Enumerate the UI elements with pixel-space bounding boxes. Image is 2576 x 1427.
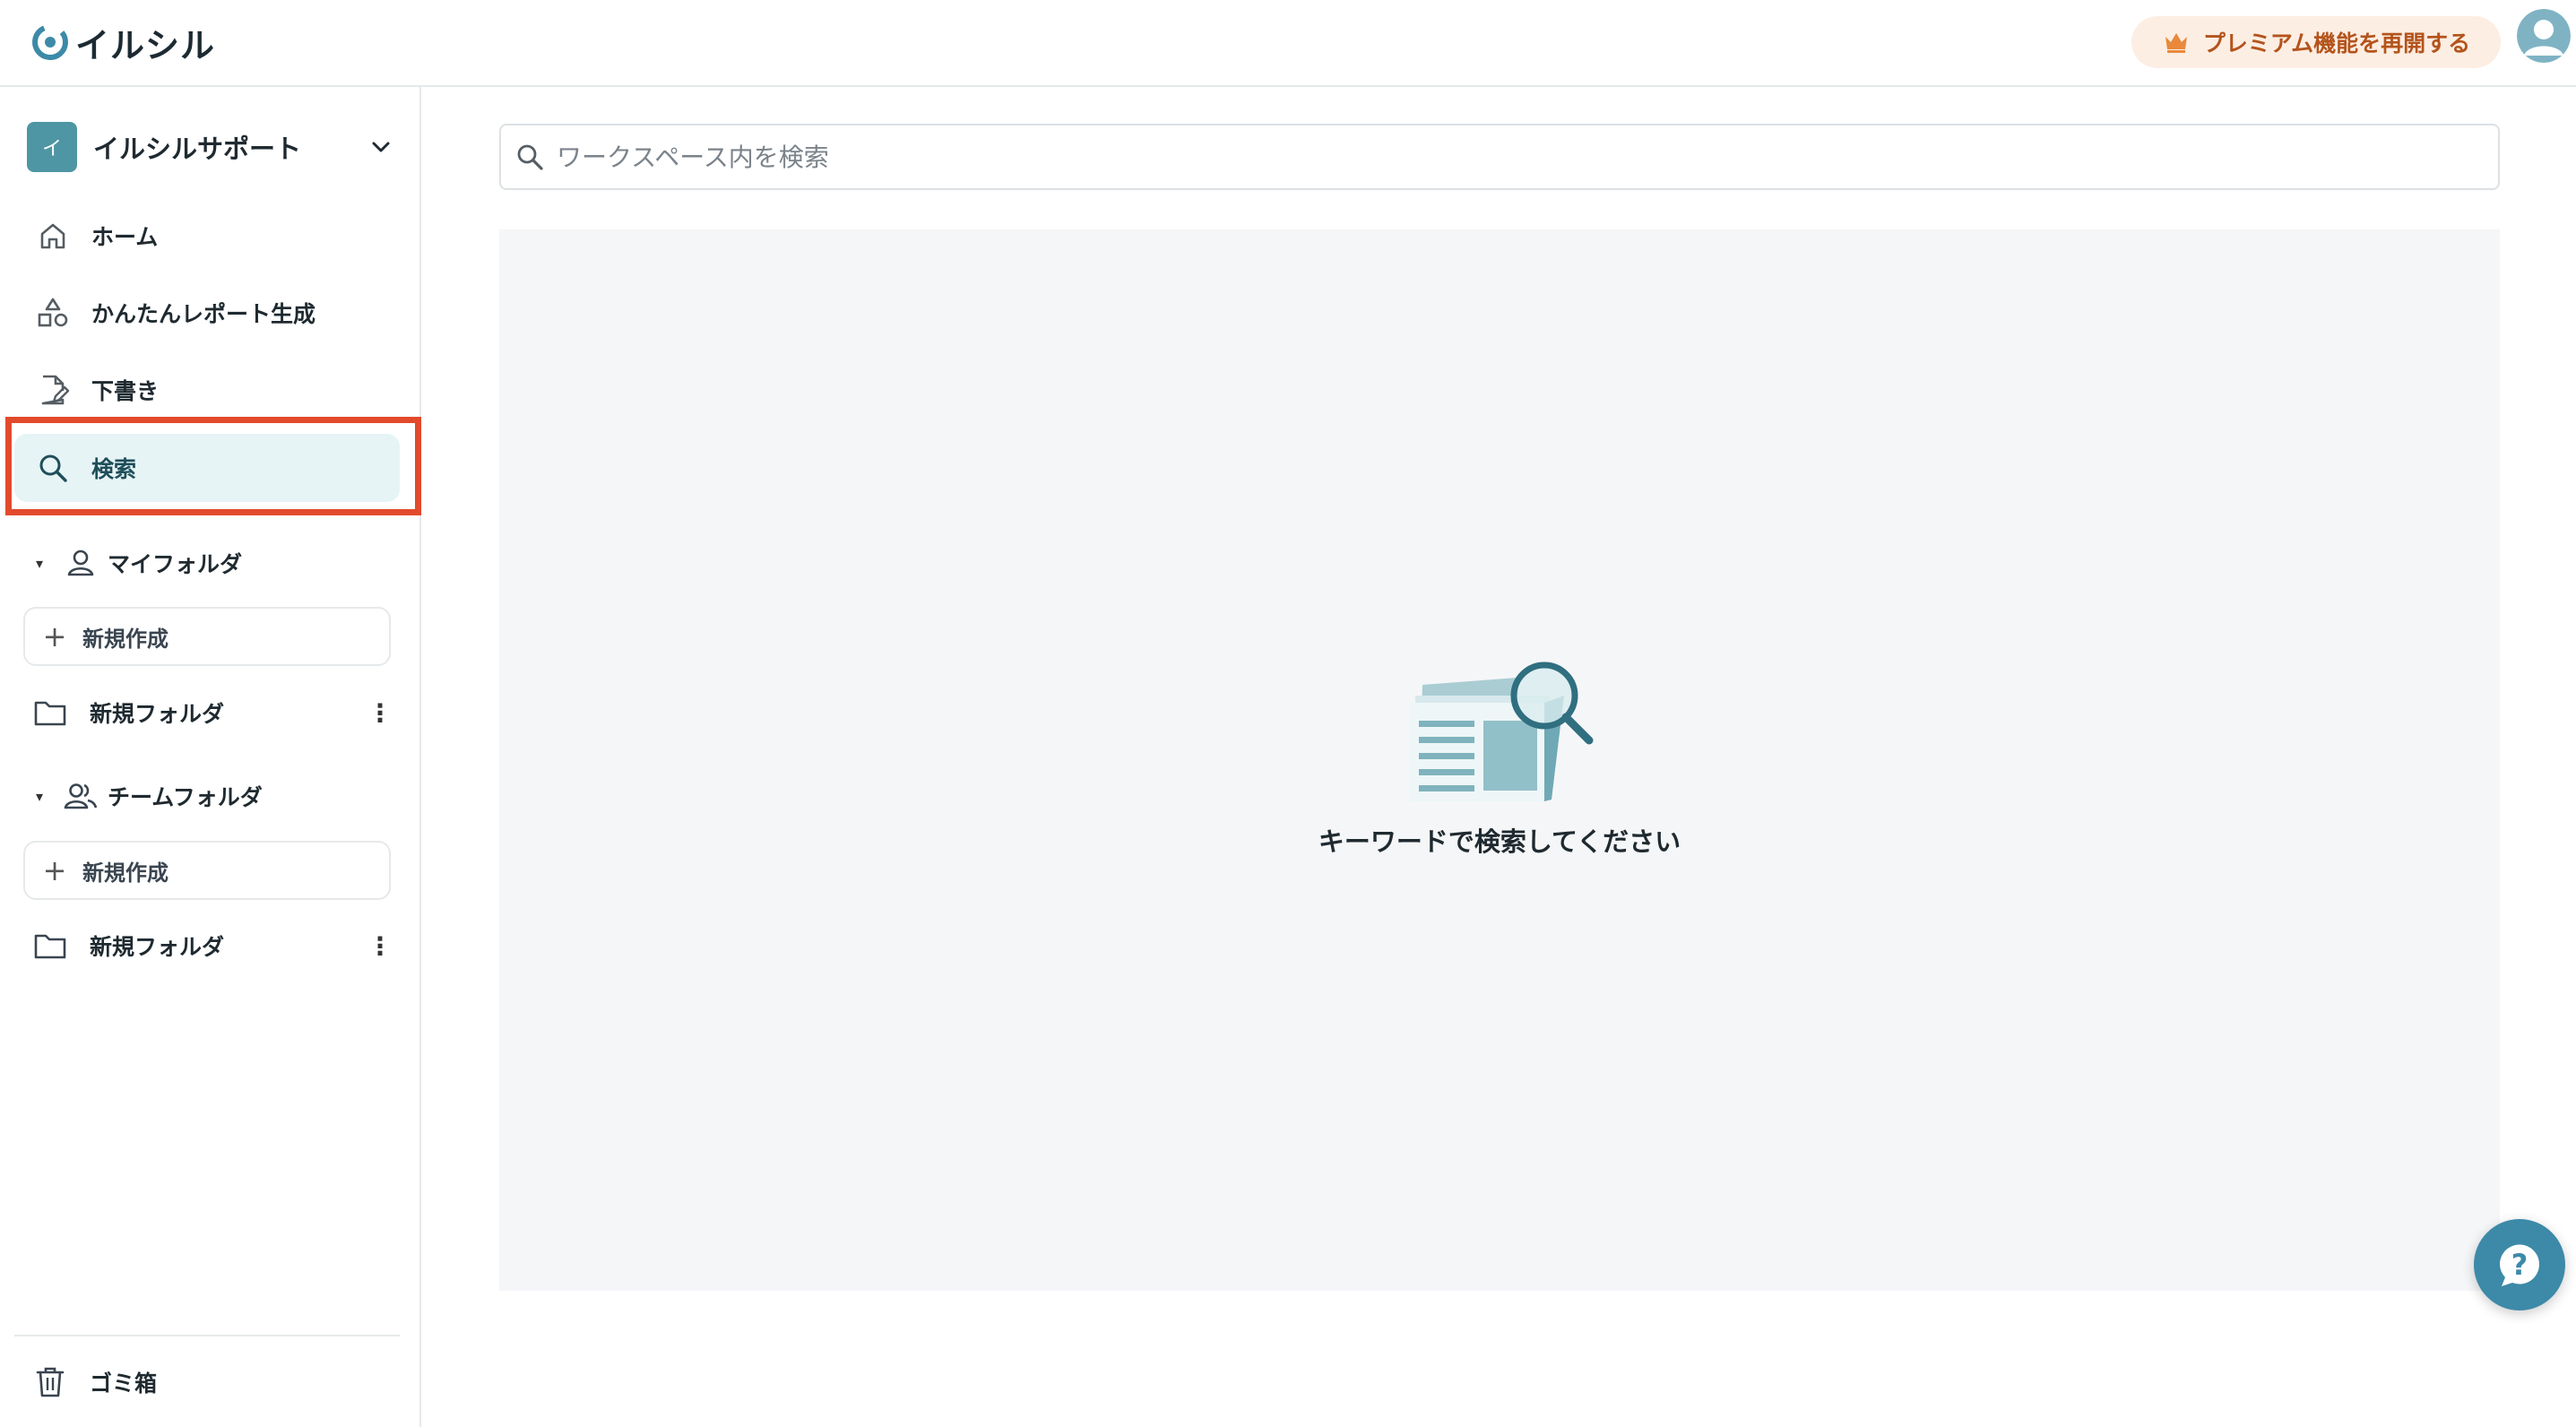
sidebar-item-home[interactable]: ホーム	[14, 202, 400, 270]
more-vertical-icon[interactable]: ⋮	[367, 695, 393, 731]
empty-state-message: キーワードで検索してください	[1318, 826, 1681, 857]
my-folder-new-button[interactable]: + 新規作成	[23, 607, 391, 666]
trash-icon	[36, 1367, 65, 1397]
search-input[interactable]	[557, 142, 2439, 172]
team-folder-item[interactable]: 新規フォルダ ⋮	[32, 921, 393, 971]
person-icon	[67, 549, 94, 576]
sidebar-item-trash[interactable]: ゴミ箱	[32, 1360, 157, 1405]
folder-icon	[34, 934, 66, 959]
search-icon	[517, 144, 543, 170]
draft-icon	[41, 375, 70, 405]
my-folder-header[interactable]: ▾ マイフォルダ	[36, 541, 242, 585]
my-folder-title: マイフォルダ	[108, 551, 243, 577]
app-name: イルシル	[75, 25, 216, 65]
top-bar: イルシル プレミアム機能を再開する	[0, 0, 2576, 87]
folder-icon	[34, 701, 66, 726]
plus-icon: +	[42, 853, 67, 887]
chevron-down-icon	[372, 142, 390, 152]
svg-text:?: ?	[2511, 1248, 2528, 1282]
workspace-name: イルシルサポート	[93, 134, 302, 164]
logo-mark-icon	[32, 24, 68, 60]
workspace-switcher[interactable]: イ イルシルサポート	[27, 121, 394, 173]
new-button-label: 新規作成	[82, 860, 169, 886]
sidebar-divider	[14, 1335, 400, 1336]
team-folder-new-button[interactable]: + 新規作成	[23, 841, 391, 900]
highlight-frame	[5, 417, 421, 515]
team-folder-header[interactable]: ▾ チームフォルダ	[36, 774, 263, 818]
home-icon	[40, 223, 65, 249]
new-button-label: 新規作成	[82, 626, 169, 652]
workspace-badge: イ	[27, 122, 77, 172]
document-search-illustration-icon	[1410, 662, 1594, 801]
premium-label: プレミアム機能を再開する	[2202, 30, 2471, 56]
crown-icon	[2165, 33, 2187, 53]
sidebar-item-label: かんたんレポート生成	[91, 301, 316, 327]
sidebar-item-report[interactable]: かんたんレポート生成	[14, 279, 400, 347]
sidebar-item-drafts[interactable]: 下書き	[14, 356, 400, 424]
search-results-panel: キーワードで検索してください	[499, 229, 2500, 1291]
trash-label: ゴミ箱	[90, 1371, 158, 1397]
user-avatar-icon	[2517, 9, 2571, 63]
premium-resume-button[interactable]: プレミアム機能を再開する	[2131, 16, 2501, 68]
app-logo[interactable]: イルシル	[30, 20, 215, 65]
help-button[interactable]: ?	[2474, 1219, 2565, 1310]
plus-icon: +	[42, 619, 67, 653]
caret-down-icon: ▾	[36, 554, 44, 572]
help-question-icon: ?	[2499, 1244, 2539, 1286]
shapes-icon	[38, 298, 68, 327]
more-vertical-icon[interactable]: ⋮	[367, 928, 393, 964]
user-avatar[interactable]	[2517, 9, 2571, 63]
sidebar-item-label: 下書き	[91, 378, 160, 404]
caret-down-icon: ▾	[36, 787, 44, 805]
folder-name: 新規フォルダ	[90, 701, 225, 727]
folder-name: 新規フォルダ	[90, 934, 225, 960]
workspace-search-field[interactable]	[499, 124, 2500, 190]
team-folder-title: チームフォルダ	[108, 784, 263, 810]
my-folder-item[interactable]: 新規フォルダ ⋮	[32, 688, 393, 738]
sidebar-item-label: ホーム	[91, 224, 159, 250]
sidebar: イ イルシルサポート ホーム かんたんレポート生成 下書き 検索 ▾ マイフォル…	[0, 87, 421, 1427]
people-icon	[64, 783, 98, 809]
